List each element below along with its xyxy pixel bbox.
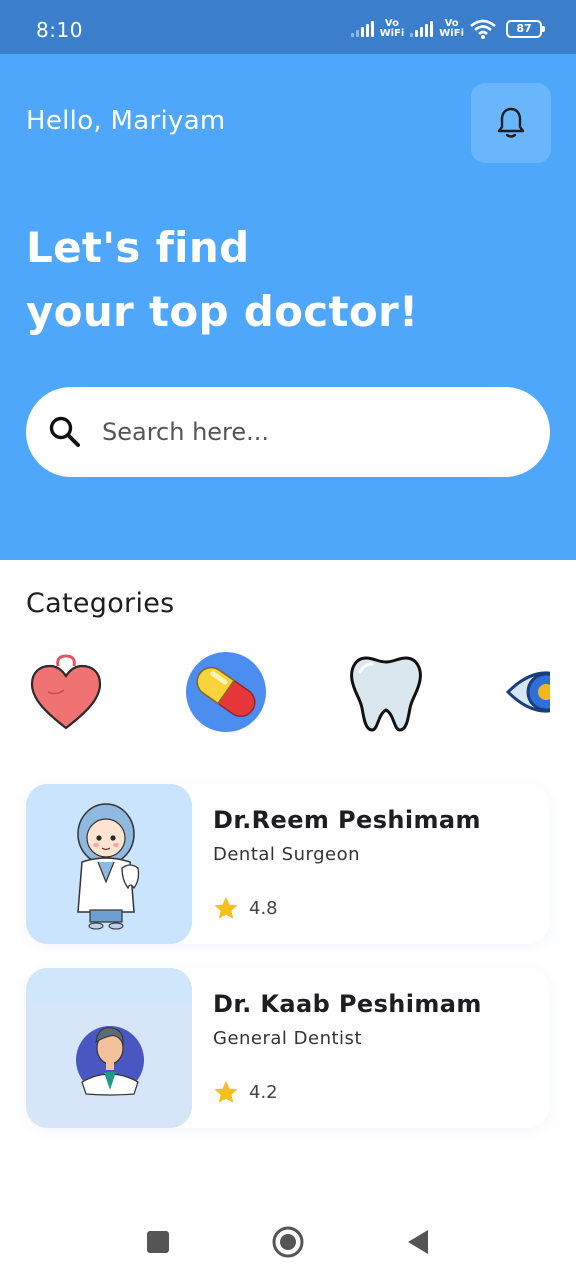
status-time: 8:10: [36, 18, 83, 42]
system-nav-bar: [0, 1200, 576, 1280]
vowifi-indicator: Vo WiFi: [379, 18, 405, 39]
category-dental[interactable]: [346, 652, 426, 732]
doctor-name: Dr.Reem Peshimam: [213, 806, 481, 834]
category-list: [26, 652, 550, 734]
rating-value: 4.2: [249, 1081, 278, 1103]
search-bar[interactable]: [26, 387, 550, 477]
doctor-rating: 4.8: [213, 896, 278, 920]
doctor-rating: 4.2: [213, 1080, 278, 1104]
pill-icon: [186, 652, 266, 732]
status-indicators: Vo WiFi Vo WiFi 87: [350, 16, 545, 42]
back-triangle-icon: [408, 1230, 428, 1254]
doctor-specialty: General Dentist: [213, 1028, 362, 1049]
circle-home-icon: [272, 1226, 304, 1258]
doctor-female-avatar-icon: [26, 784, 192, 944]
back-button[interactable]: [402, 1226, 434, 1258]
doctor-card[interactable]: Dr. Kaab Peshimam General Dentist 4.2: [26, 968, 550, 1128]
home-button[interactable]: [272, 1226, 304, 1258]
greeting-text: Hello, Mariyam: [26, 106, 226, 136]
category-pharmacy[interactable]: [186, 652, 266, 732]
doctor-card[interactable]: Dr.Reem Peshimam Dental Surgeon 4.8: [26, 784, 550, 944]
doctor-avatar: [26, 784, 192, 944]
category-eye[interactable]: [506, 652, 550, 732]
eye-icon: [506, 652, 550, 732]
header: Hello, Mariyam Let's find your top docto…: [0, 54, 576, 560]
tooth-icon: [346, 652, 426, 732]
notifications-button[interactable]: [471, 83, 551, 163]
signal-icon: [350, 21, 374, 37]
heart-icon: [26, 652, 106, 732]
search-icon: [49, 416, 80, 447]
page-title: Let's find your top doctor!: [26, 223, 419, 336]
categories-title: Categories: [26, 588, 175, 619]
search-input[interactable]: [102, 412, 522, 452]
star-icon: [214, 1081, 238, 1103]
status-bar: 8:10 Vo WiFi Vo WiFi 87: [0, 0, 576, 54]
doctor-name: Dr. Kaab Peshimam: [213, 990, 482, 1018]
wifi-icon: [470, 19, 496, 39]
square-icon: [147, 1231, 169, 1253]
doctor-avatar: [26, 968, 192, 1128]
battery-indicator: 87: [506, 20, 545, 38]
rating-value: 4.8: [249, 897, 278, 919]
category-cardiology[interactable]: [26, 652, 106, 732]
bell-icon: [497, 107, 525, 138]
signal-icon-2: [410, 21, 434, 37]
star-icon: [214, 897, 238, 919]
doctor-male-avatar-icon: [26, 968, 192, 1128]
vowifi-indicator-2: Vo WiFi: [439, 18, 464, 39]
doctor-specialty: Dental Surgeon: [213, 844, 360, 865]
recents-button[interactable]: [142, 1226, 174, 1258]
